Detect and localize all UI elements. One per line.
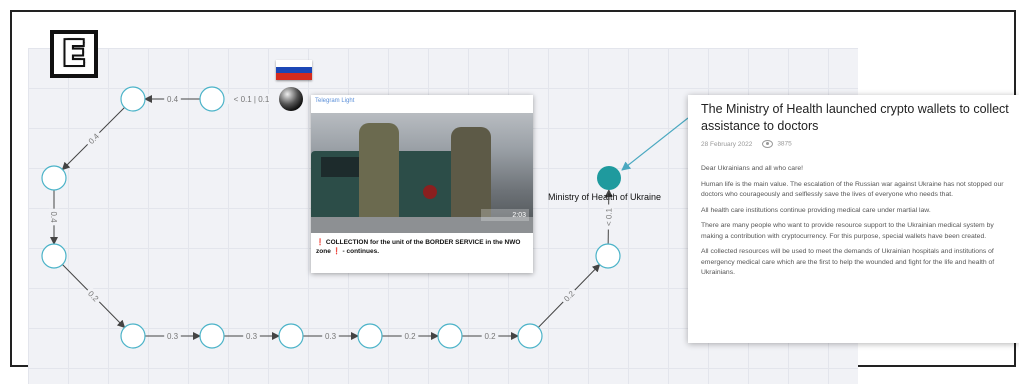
post-caption-end: - continues.	[342, 248, 380, 256]
article-views: 3875	[762, 140, 792, 148]
article-paragraph: All collected resources will be used to …	[701, 248, 995, 277]
article-pointer-line	[621, 117, 689, 171]
wallet-node[interactable]	[357, 323, 383, 349]
edge-weight: 0.3	[243, 331, 260, 341]
article-title: The Ministry of Health launched crypto w…	[701, 102, 1009, 133]
wallet-node[interactable]	[120, 86, 146, 112]
post-caption: ❗ COLLECTION for the unit of the BORDER …	[316, 238, 528, 257]
ministry-article-card[interactable]: The Ministry of Health launched crypto w…	[688, 95, 1019, 343]
emblem-icon	[423, 185, 437, 199]
wallet-node[interactable]	[517, 323, 543, 349]
ministry-node[interactable]	[597, 166, 621, 190]
wallet-node[interactable]	[199, 323, 225, 349]
edge-weight-label: 0.3	[325, 332, 337, 341]
edge-weight-label: 0.3	[167, 332, 179, 341]
edge-weight-label: 0.4	[49, 211, 58, 223]
video-timestamp: 2:03	[481, 209, 529, 221]
edge-weight: 0.2	[401, 331, 419, 341]
edge-weight: 0.3	[322, 331, 339, 341]
russia-flag-icon	[276, 60, 312, 81]
exclamation-icon: ❗	[332, 248, 341, 256]
wallet-node[interactable]	[41, 243, 67, 269]
edge-weight-label: 0.4	[167, 95, 179, 104]
article-paragraph: There are many people who want to provid…	[701, 222, 994, 240]
article-meta: 28 February 2022 3875	[701, 140, 1009, 148]
wallet-node[interactable]	[278, 323, 304, 349]
soldiers-photo: 2:03	[311, 113, 533, 233]
article-body: Dear Ukrainians and all who care! Human …	[701, 164, 1009, 279]
edge-weight: < 0.1	[603, 204, 614, 230]
wallet-node[interactable]	[199, 86, 225, 112]
article-date: 28 February 2022	[701, 140, 753, 148]
telegram-post-card[interactable]: Telegram Light 2:03 ❗ COLLECTION for the…	[311, 95, 533, 273]
edge-weight-label: < 0.1	[604, 207, 613, 226]
soldier-figure	[359, 123, 399, 223]
edge-weight: 0.4	[164, 94, 181, 104]
edge-weight: 0.2	[481, 331, 499, 341]
edge-weight: < 0.1 | 0.1	[222, 94, 281, 104]
wallet-node[interactable]	[595, 243, 621, 269]
edge-weight-label: 0.2	[484, 332, 496, 341]
views-count: 3875	[777, 140, 792, 148]
wallet-node[interactable]	[120, 323, 146, 349]
post-source: Telegram Light	[315, 98, 355, 104]
article-paragraph: All health care institutions continue pr…	[701, 206, 931, 214]
wallet-node[interactable]	[437, 323, 463, 349]
edge-weight: 0.3	[164, 331, 181, 341]
edge-weight-label: < 0.1 | 0.1	[234, 95, 270, 104]
article-paragraph: Dear Ukrainians and all who care!	[701, 165, 804, 172]
edge-weight-label: 0.3	[246, 332, 258, 341]
source-wallet-node[interactable]	[279, 87, 303, 111]
edge-weight-label: 0.2	[404, 332, 416, 341]
ministry-node-label: Ministry of Health of Ukraine	[548, 192, 662, 202]
wallet-node[interactable]	[41, 165, 67, 191]
edge-weight: 0.4	[49, 208, 59, 226]
eye-icon	[762, 140, 774, 148]
article-paragraph: Human life is the main value. The escala…	[701, 180, 1004, 199]
exclamation-icon: ❗	[316, 239, 325, 246]
